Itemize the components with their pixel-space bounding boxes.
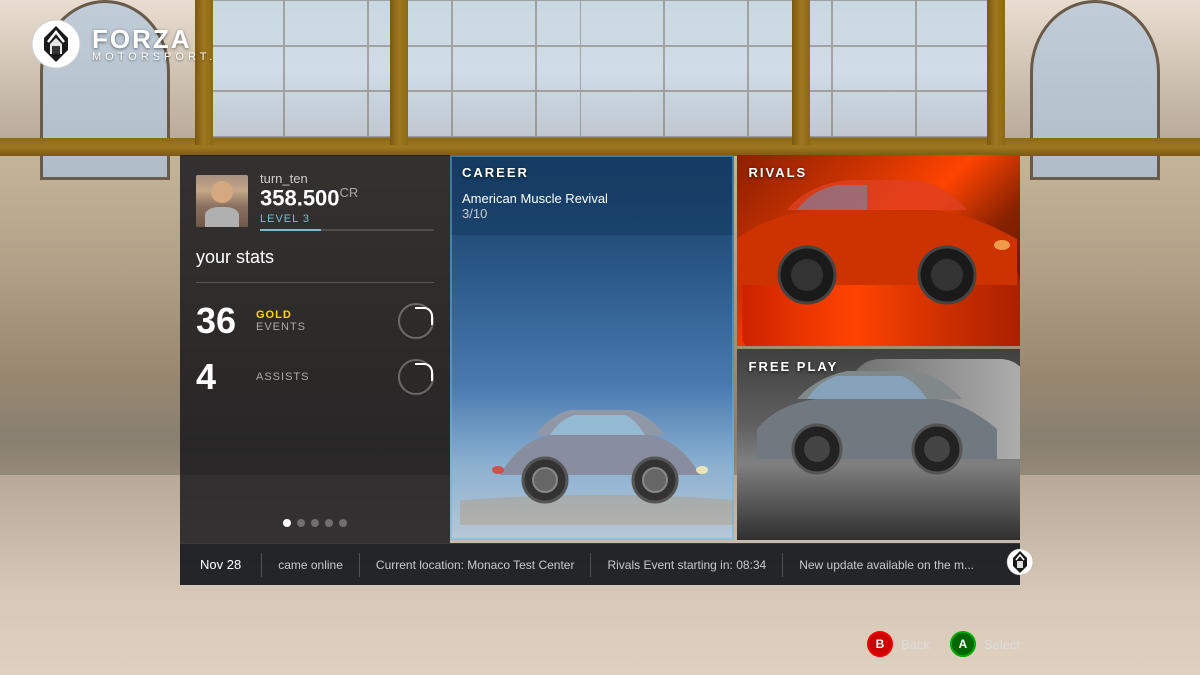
free-play-label: FREE PLAY [749,359,839,374]
bottom-controls: B Back A Select [867,631,1020,657]
window-pane [368,46,452,92]
career-event-progress: 3/10 [462,206,608,221]
rivals-cell[interactable]: RIVALS [737,155,1021,346]
window-pane [580,91,664,137]
window-pane [368,0,452,46]
back-button-label: Back [901,637,930,652]
ticker-item-4: New update available on the m... [783,558,990,572]
window-pane [580,0,664,46]
window-pane [664,46,748,92]
career-car-svg [460,365,734,525]
window-pane [832,0,916,46]
career-landscape [450,380,734,540]
assists-label-group: ASSISTS [256,371,388,383]
dot-4 [325,519,333,527]
free-play-bg [737,349,1021,540]
window-pane [284,46,368,92]
vertical-beam [987,0,1005,145]
player-header: turn_ten 358.500CR LEVEL 3 [196,171,434,231]
assists-count: 4 [196,359,246,395]
player-credits: 358.500CR [260,186,434,211]
level-bar [260,229,434,231]
window-pane [664,0,748,46]
b-button-icon[interactable]: B [867,631,893,657]
gold-label: GOLD [256,309,388,321]
career-label: CAREER [462,165,529,180]
career-event-name: American Muscle Revival [462,191,608,206]
window-pane [368,91,452,137]
vertical-beam [390,0,408,145]
forza-name: FORZA [92,26,216,52]
select-button-group[interactable]: A Select [950,631,1020,657]
window-pane [284,91,368,137]
window-pane [284,0,368,46]
ticker-item-2: Current location: Monaco Test Center [360,558,591,572]
dot-5 [339,519,347,527]
window-pane [664,91,748,137]
forza-subtitle: MOTORSPORT. [92,52,216,63]
gold-events-row: 36 GOLD EVENTS [196,303,434,339]
assists-row: 4 ASSISTS [196,359,434,395]
main-panel: turn_ten 358.500CR LEVEL 3 your stats 36… [180,155,1020,585]
window-pane [832,46,916,92]
vertical-beam [792,0,810,145]
ticker-date: Nov 28 [180,557,261,572]
window-pane [452,46,536,92]
career-cell[interactable]: CAREER American Muscle Revival 3/10 [450,155,734,540]
horizontal-beam [0,138,1200,156]
rivals-bg [737,155,1021,346]
dot-3 [311,519,319,527]
stats-title: your stats [196,247,434,268]
window-pane [748,46,832,92]
logo-area: FORZA MOTORSPORT. [30,18,216,70]
select-button-label: Select [984,637,1020,652]
career-info: American Muscle Revival 3/10 [462,191,608,221]
left-panel: turn_ten 358.500CR LEVEL 3 your stats 36… [180,155,450,543]
assists-label: ASSISTS [256,371,388,383]
player-username: turn_ten [260,171,434,186]
player-avatar [196,175,248,227]
window-pane [452,91,536,137]
forza-logo-icon [30,18,82,70]
gold-events-circle [398,303,434,339]
pagination-dots [196,509,434,527]
credits-unit: CR [340,185,359,200]
gold-events-label-group: GOLD EVENTS [256,309,388,333]
dot-2 [297,519,305,527]
dot-1 [283,519,291,527]
back-button-group[interactable]: B Back [867,631,930,657]
ticker-item-1: came online [262,558,359,572]
avatar-image [196,175,248,227]
ticker-bar: Nov 28 came online Current location: Mon… [180,543,1020,585]
credits-value: 358.500 [260,185,340,210]
rivals-label: RIVALS [749,165,808,180]
window-grid-right [580,0,1000,137]
gold-events-count: 36 [196,303,246,339]
level-bar-fill [260,229,321,231]
stats-divider [196,282,434,283]
window-right [580,0,1000,140]
player-level: LEVEL 3 [260,213,434,225]
window-pane [832,91,916,137]
ticker-forza-logo [990,548,1050,581]
player-info: turn_ten 358.500CR LEVEL 3 [260,171,434,231]
window-pane [452,0,536,46]
window-grid-left [200,0,620,137]
ticker-logo-icon [1006,548,1034,576]
window-pane [748,91,832,137]
free-play-cell[interactable]: FREE PLAY [737,349,1021,540]
ticker-item-3: Rivals Event starting in: 08:34 [591,558,782,572]
window-pane [748,0,832,46]
window-pane [580,46,664,92]
events-label: EVENTS [256,321,388,333]
forza-text: FORZA MOTORSPORT. [92,26,216,63]
a-button-icon[interactable]: A [950,631,976,657]
assists-circle [398,359,434,395]
menu-grid: CAREER American Muscle Revival 3/10 [450,155,1020,543]
content-area: turn_ten 358.500CR LEVEL 3 your stats 36… [180,155,1020,543]
window-left [200,0,620,140]
